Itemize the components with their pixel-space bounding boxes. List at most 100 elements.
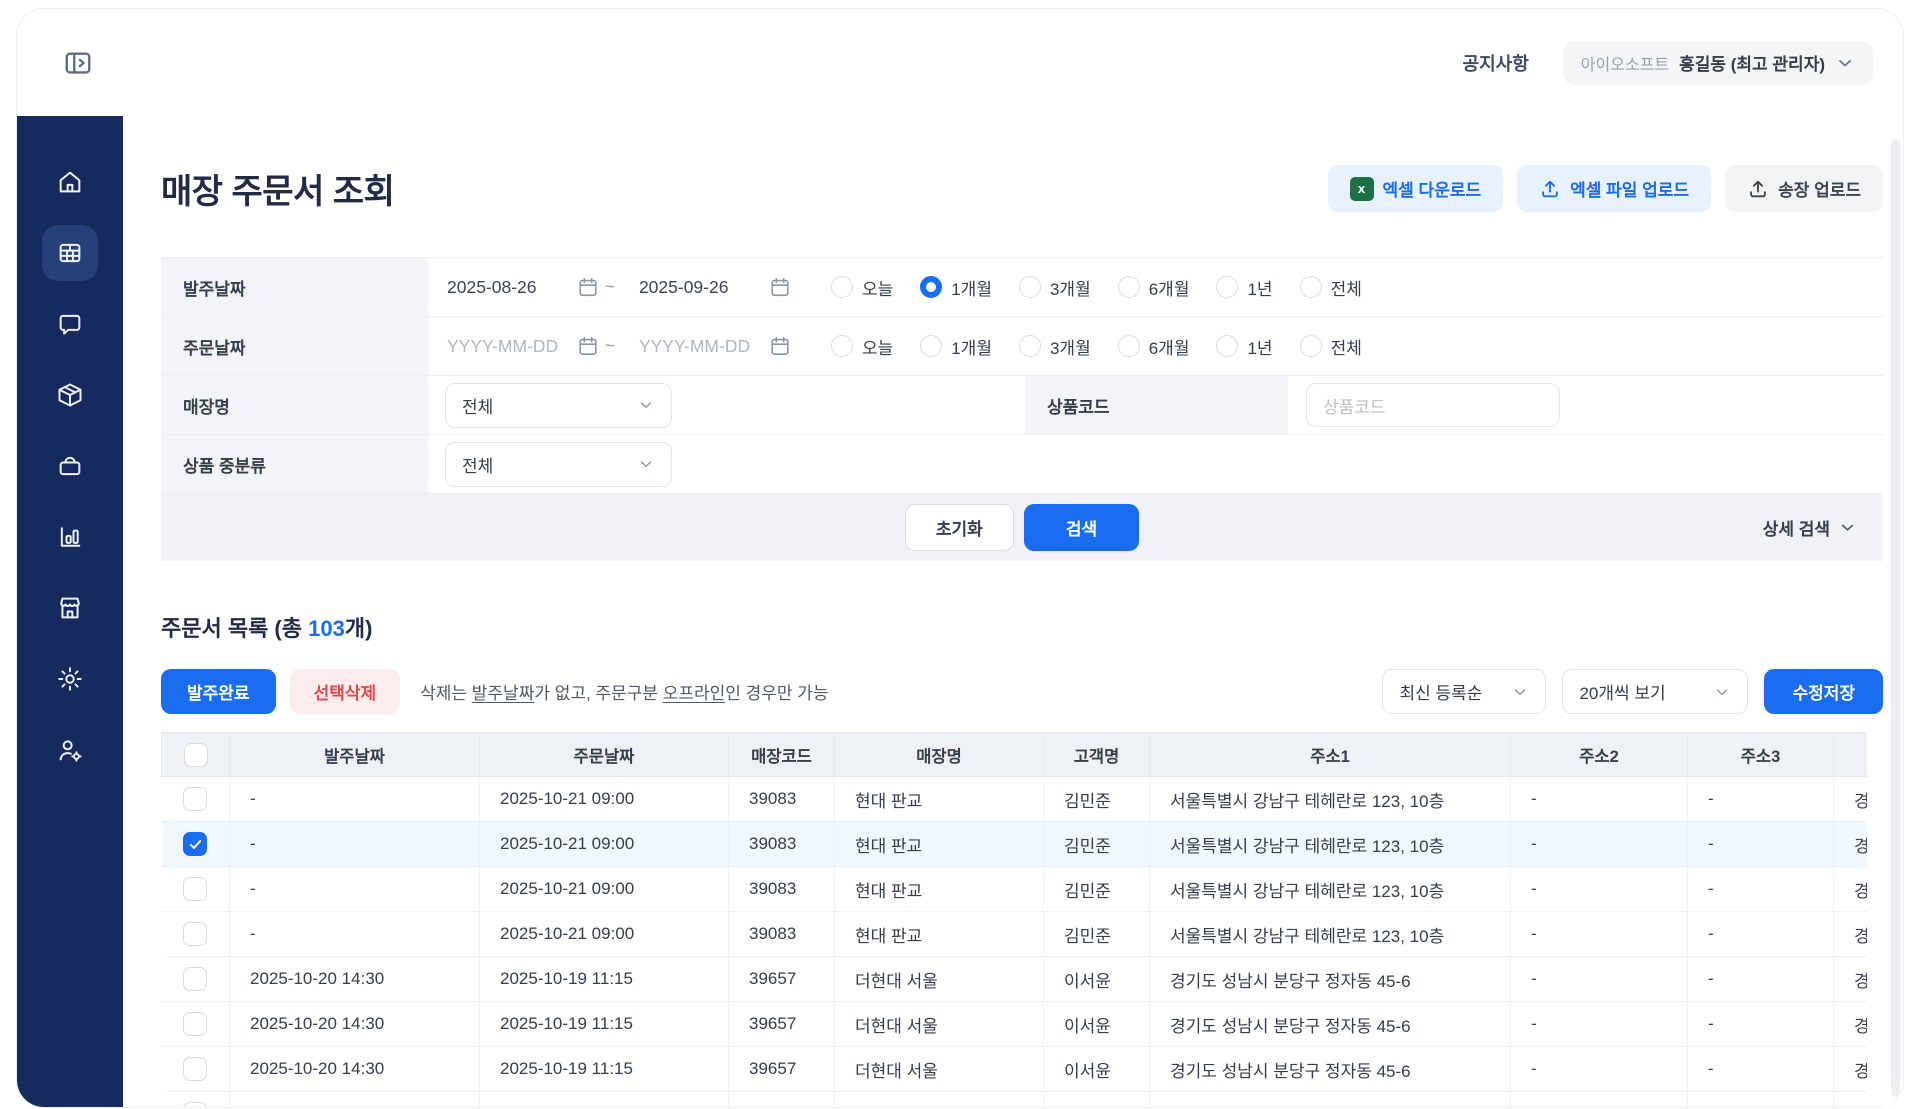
sidebar-item-shipping[interactable] <box>42 367 98 423</box>
sidebar-item-analytics[interactable] <box>42 509 98 565</box>
radio-today[interactable]: 오늘 <box>831 275 893 300</box>
row-checkbox[interactable] <box>183 967 207 991</box>
excel-download-button[interactable]: x 엑셀 다운로드 <box>1328 165 1504 212</box>
column-header[interactable]: 주소2 <box>1511 733 1688 777</box>
radio-all[interactable]: 전체 <box>1300 275 1362 300</box>
table-row[interactable]: 2025-10-18 16:00 2025-10-17 10:00 29710 … <box>162 1092 1868 1108</box>
purchase-date-from-input[interactable]: YYYY-MM-DD <box>447 335 599 357</box>
calendar-icon[interactable] <box>769 335 791 357</box>
radio-1year[interactable]: 1년 <box>1216 275 1272 300</box>
radio-1year[interactable]: 1년 <box>1216 334 1272 359</box>
column-header[interactable]: 고객명 <box>1044 733 1150 777</box>
reset-button[interactable]: 초기화 <box>905 504 1014 551</box>
advanced-search-toggle[interactable]: 상세 검색 <box>1763 515 1857 540</box>
radio-all[interactable]: 전체 <box>1300 334 1362 359</box>
product-code-input[interactable]: 상품코드 <box>1306 383 1560 427</box>
cell-store-name: 아이오소프트 <box>835 1092 1044 1108</box>
order-table-icon <box>56 239 84 267</box>
sidebar-toggle-icon[interactable] <box>61 46 95 80</box>
cell-address2: - <box>1511 867 1688 912</box>
cell-store-name: 현대 판교 <box>835 777 1044 822</box>
cell-truncated: 경 <box>1834 957 1868 1002</box>
user-menu[interactable]: 아이오소프트 홍길동 (최고 관리자) <box>1563 41 1873 85</box>
column-header[interactable]: 매장코드 <box>729 733 835 777</box>
radio-1month[interactable]: 1개월 <box>920 275 992 300</box>
sidebar-item-settings[interactable] <box>42 651 98 707</box>
main-content: 매장 주문서 조회 x 엑셀 다운로드 엑셀 파일 업로드 송장 업로드 <box>123 116 1903 1107</box>
page-size-select[interactable]: 20개씩 보기 <box>1562 669 1748 714</box>
cell-purchase-date: 2025-10-19 11:15 <box>480 957 729 1002</box>
row-checkbox[interactable] <box>183 1102 207 1107</box>
search-button[interactable]: 검색 <box>1024 504 1139 551</box>
sidebar-item-products[interactable] <box>42 438 98 494</box>
bag-icon <box>56 452 84 480</box>
cell-customer: 최예린 <box>1044 1092 1150 1108</box>
delete-selected-button[interactable]: 선택삭제 <box>290 669 401 714</box>
chat-bubble-icon <box>56 310 84 338</box>
table-row[interactable]: 2025-10-20 14:30 2025-10-19 11:15 39657 … <box>162 1047 1868 1092</box>
cell-purchase-date: 2025-10-21 09:00 <box>480 912 729 957</box>
select-all-cell <box>162 733 230 777</box>
table-row[interactable]: - 2025-10-21 09:00 39083 현대 판교 김민준 서울특별시… <box>162 912 1868 957</box>
order-date-to-input[interactable]: 2025-09-26 <box>639 276 791 298</box>
table-row[interactable]: 2025-10-20 14:30 2025-10-19 11:15 39657 … <box>162 1002 1868 1047</box>
store-select[interactable]: 전체 <box>445 383 672 428</box>
invoice-upload-button[interactable]: 송장 업로드 <box>1725 165 1883 212</box>
sidebar-item-home[interactable] <box>42 154 98 210</box>
select-all-checkbox[interactable] <box>184 743 208 767</box>
vertical-scrollbar[interactable] <box>1891 139 1900 1097</box>
radio-3months[interactable]: 3개월 <box>1019 334 1091 359</box>
row-checkbox[interactable] <box>183 877 207 901</box>
column-header[interactable]: 매장명 <box>835 733 1044 777</box>
top-bar: 공지사항 아이오소프트 홍길동 (최고 관리자) <box>17 9 1903 116</box>
user-company: 아이오소프트 <box>1581 51 1669 75</box>
calendar-icon[interactable] <box>577 276 599 298</box>
sidebar-item-user-management[interactable] <box>42 722 98 778</box>
upload-icon <box>1747 178 1769 200</box>
radio-6months[interactable]: 6개월 <box>1118 334 1190 359</box>
cell-truncated: 경 <box>1834 822 1868 867</box>
cell-order-date: - <box>230 777 480 822</box>
store-icon <box>56 594 84 622</box>
cell-address2: - <box>1511 777 1688 822</box>
radio-1month[interactable]: 1개월 <box>920 334 992 359</box>
filter-row-category: 상품 중분류 전체 <box>161 435 1883 494</box>
chevron-down-icon <box>1838 518 1857 537</box>
chevron-down-icon <box>1511 683 1529 701</box>
excel-upload-button[interactable]: 엑셀 파일 업로드 <box>1517 165 1711 212</box>
calendar-icon[interactable] <box>577 335 599 357</box>
column-header[interactable]: 주소3 <box>1688 733 1834 777</box>
cell-address3: - <box>1688 1047 1834 1092</box>
radio-3months[interactable]: 3개월 <box>1019 275 1091 300</box>
filter-label: 상품 중분류 <box>161 435 429 493</box>
save-edits-button[interactable]: 수정저장 <box>1764 669 1883 714</box>
chevron-down-icon <box>1713 683 1731 701</box>
notice-link[interactable]: 공지사항 <box>1463 50 1529 76</box>
table-header-row: 발주날짜 주문날짜 매장코드 매장명 고객명 주소1 주소2 주소3 <box>162 733 1868 777</box>
sidebar-item-orders[interactable] <box>42 225 98 281</box>
radio-6months[interactable]: 6개월 <box>1118 275 1190 300</box>
row-checkbox[interactable] <box>183 832 207 856</box>
order-complete-button[interactable]: 발주완료 <box>161 669 276 714</box>
radio-today[interactable]: 오늘 <box>831 334 893 359</box>
date-range-tilde: ~ <box>605 336 615 356</box>
order-date-from-input[interactable]: 2025-08-26 <box>447 276 599 298</box>
category-select[interactable]: 전체 <box>445 442 672 487</box>
row-checkbox[interactable] <box>183 922 207 946</box>
table-row[interactable]: - 2025-10-21 09:00 39083 현대 판교 김민준 서울특별시… <box>162 867 1868 912</box>
row-checkbox[interactable] <box>183 1012 207 1036</box>
column-header[interactable]: 주문날짜 <box>480 733 729 777</box>
sidebar-item-stores[interactable] <box>42 580 98 636</box>
table-row[interactable]: 2025-10-20 14:30 2025-10-19 11:15 39657 … <box>162 957 1868 1002</box>
row-checkbox[interactable] <box>183 787 207 811</box>
cell-address3: - <box>1688 822 1834 867</box>
column-header[interactable]: 주소1 <box>1150 733 1511 777</box>
column-header[interactable]: 발주날짜 <box>230 733 480 777</box>
table-row[interactable]: - 2025-10-21 09:00 39083 현대 판교 김민준 서울특별시… <box>162 777 1868 822</box>
calendar-icon[interactable] <box>769 276 791 298</box>
table-row[interactable]: - 2025-10-21 09:00 39083 현대 판교 김민준 서울특별시… <box>162 822 1868 867</box>
row-checkbox[interactable] <box>183 1057 207 1081</box>
purchase-date-to-input[interactable]: YYYY-MM-DD <box>639 335 791 357</box>
sidebar-item-messages[interactable] <box>42 296 98 352</box>
sort-select[interactable]: 최신 등록순 <box>1382 669 1546 714</box>
